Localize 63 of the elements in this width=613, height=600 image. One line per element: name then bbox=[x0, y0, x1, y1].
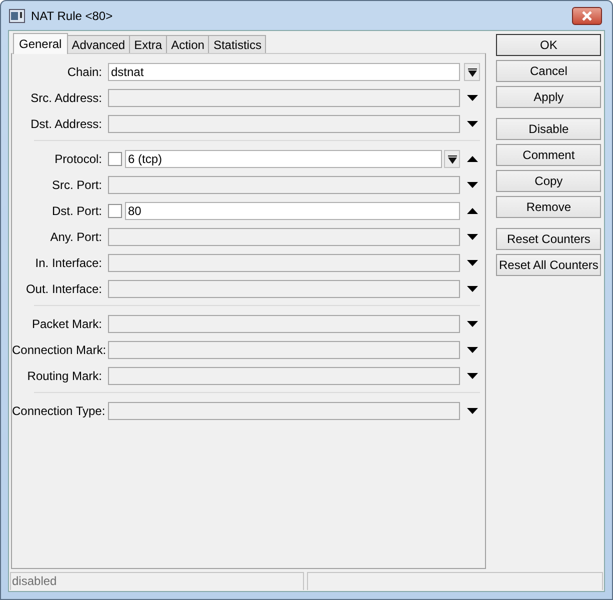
tab[interactable]: Advanced bbox=[66, 35, 130, 53]
input-field[interactable] bbox=[108, 315, 460, 333]
expand-arrow-icon[interactable] bbox=[466, 260, 478, 266]
negate-checkbox[interactable] bbox=[108, 204, 122, 218]
field-label: Connection Mark: bbox=[12, 343, 108, 357]
input-field[interactable] bbox=[108, 115, 460, 133]
expand-arrow-icon[interactable] bbox=[466, 373, 478, 379]
input-field[interactable] bbox=[108, 402, 460, 420]
field-label: Packet Mark: bbox=[30, 317, 103, 331]
tab[interactable]: Action bbox=[166, 35, 210, 53]
field-label: Out. Interface: bbox=[24, 282, 103, 296]
expand-arrow-icon[interactable] bbox=[466, 347, 478, 353]
dialog-button[interactable]: Reset All Counters bbox=[496, 254, 601, 276]
dialog-button[interactable]: Disable bbox=[496, 118, 601, 140]
field-label: Src. Port: bbox=[50, 178, 103, 192]
dropdown-button[interactable] bbox=[444, 150, 460, 168]
input-field[interactable]: 6 (tcp) bbox=[125, 150, 442, 168]
field-label: Dst. Port: bbox=[50, 204, 103, 218]
tab[interactable]: General bbox=[13, 33, 68, 54]
expand-arrow-icon[interactable] bbox=[466, 182, 478, 188]
input-field[interactable] bbox=[108, 341, 460, 359]
window-icon bbox=[9, 8, 25, 22]
field-label: Chain: bbox=[66, 65, 103, 79]
collapse-arrow-icon[interactable] bbox=[466, 156, 478, 162]
input-field[interactable]: dstnat bbox=[108, 63, 460, 81]
expand-arrow-icon[interactable] bbox=[466, 95, 478, 101]
input-field[interactable] bbox=[108, 280, 460, 298]
input-field[interactable] bbox=[108, 176, 460, 194]
dialog-button[interactable]: Comment bbox=[496, 144, 601, 166]
field-label: In. Interface: bbox=[34, 256, 103, 270]
dialog-button[interactable]: Cancel bbox=[496, 60, 601, 82]
dropdown-icon bbox=[448, 154, 456, 164]
tab[interactable]: Extra bbox=[129, 35, 168, 53]
expand-arrow-icon[interactable] bbox=[466, 321, 478, 327]
field-label: Any. Port: bbox=[49, 230, 103, 244]
field-label: Dst. Address: bbox=[30, 117, 103, 131]
dialog-button[interactable]: Reset Counters bbox=[496, 228, 601, 250]
collapse-arrow-icon[interactable] bbox=[466, 208, 478, 214]
expand-arrow-icon[interactable] bbox=[466, 286, 478, 292]
negate-checkbox[interactable] bbox=[108, 152, 122, 166]
dialog-button[interactable]: Copy bbox=[496, 170, 601, 192]
dropdown-button[interactable] bbox=[464, 63, 480, 81]
window-title: NAT Rule <80> bbox=[31, 8, 113, 22]
expand-arrow-icon[interactable] bbox=[466, 121, 478, 127]
input-field[interactable] bbox=[108, 228, 460, 246]
input-field[interactable] bbox=[108, 367, 460, 385]
field-label: Routing Mark: bbox=[26, 369, 103, 383]
expand-arrow-icon[interactable] bbox=[466, 234, 478, 240]
status-text: disabled bbox=[10, 572, 304, 590]
dialog-button[interactable]: Apply bbox=[496, 86, 601, 108]
close-button[interactable] bbox=[572, 6, 602, 24]
dropdown-icon bbox=[468, 68, 476, 76]
dialog-button[interactable]: Remove bbox=[496, 196, 601, 218]
tab[interactable]: Statistics bbox=[208, 35, 266, 53]
field-label: Protocol: bbox=[54, 152, 103, 166]
expand-arrow-icon[interactable] bbox=[466, 408, 478, 414]
dialog-button[interactable]: OK bbox=[496, 34, 601, 56]
field-label: Src. Address: bbox=[30, 91, 103, 105]
input-field[interactable]: 80 bbox=[125, 202, 460, 220]
input-field[interactable] bbox=[108, 254, 460, 272]
close-icon bbox=[581, 10, 593, 20]
field-label: Connection Type: bbox=[12, 404, 106, 418]
input-field[interactable] bbox=[108, 89, 460, 107]
